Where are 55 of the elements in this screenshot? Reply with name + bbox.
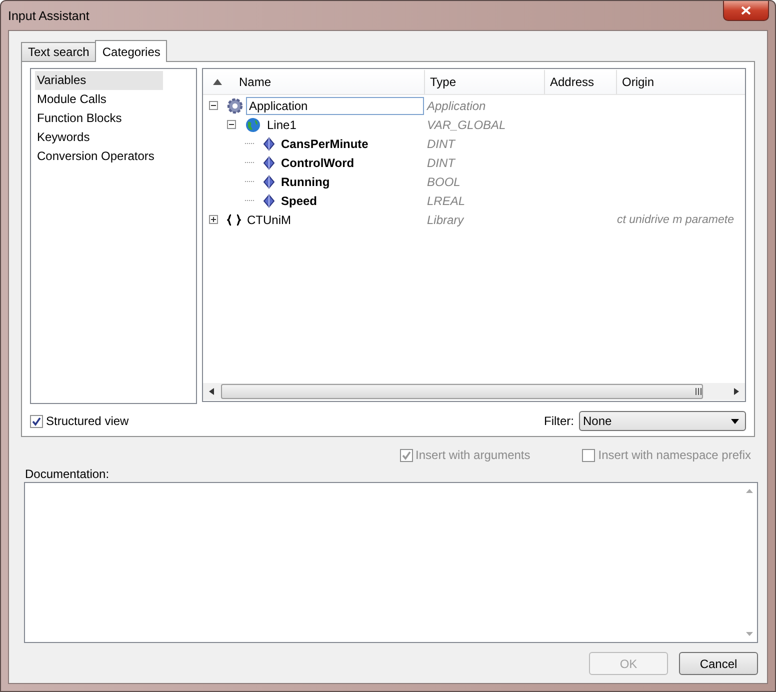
- close-button[interactable]: [723, 1, 769, 21]
- globe-icon: [245, 116, 261, 132]
- category-item[interactable]: Keywords: [35, 128, 163, 147]
- diamond-icon: [263, 174, 275, 188]
- tree-item[interactable]: Running: [278, 172, 333, 190]
- expander-icon[interactable]: [209, 215, 218, 224]
- scroll-down-icon: [746, 632, 753, 636]
- category-item[interactable]: Conversion Operators: [35, 147, 163, 166]
- column-header[interactable]: Name: [203, 70, 425, 94]
- tab[interactable]: Text search: [21, 42, 96, 61]
- checkmark-icon: [400, 450, 412, 460]
- tree-item[interactable]: Line1: [264, 116, 300, 134]
- tree-item[interactable]: CTUniM: [244, 210, 294, 228]
- column-header[interactable]: Address: [545, 70, 617, 94]
- expander-icon[interactable]: [227, 120, 236, 129]
- type-cell: VAR_GLOBAL: [427, 118, 506, 132]
- close-icon: [741, 6, 751, 15]
- scroll-up-icon: [746, 489, 753, 493]
- structured-view-checkbox[interactable]: Structured view: [30, 414, 129, 428]
- tree-item[interactable]: CansPerMinute: [278, 134, 372, 152]
- type-cell: DINT: [427, 156, 455, 170]
- type-cell: Library: [427, 212, 464, 226]
- sort-arrow-icon: [213, 79, 222, 85]
- documentation-label: Documentation:: [24, 467, 110, 482]
- tree-item[interactable]: Application: [246, 96, 424, 114]
- dropdown-arrow-icon: [731, 418, 739, 424]
- expander-icon[interactable]: [209, 101, 218, 110]
- column-header[interactable]: Origin: [617, 70, 745, 94]
- braces-icon: [227, 214, 241, 226]
- type-cell: LREAL: [427, 194, 466, 208]
- column-header[interactable]: Type: [425, 70, 545, 94]
- category-item[interactable]: Module Calls: [35, 90, 163, 109]
- category-item[interactable]: Variables: [35, 71, 163, 90]
- tab[interactable]: Categories: [95, 40, 168, 62]
- dialog-button[interactable]: Cancel: [679, 652, 758, 675]
- type-cell: Application: [427, 98, 486, 112]
- category-item[interactable]: Function Blocks: [35, 109, 163, 128]
- checkmark-icon: [31, 416, 42, 426]
- filter-label: Filter:: [544, 414, 574, 428]
- grip-icon: [695, 388, 702, 395]
- scroll-thumb[interactable]: [221, 384, 703, 399]
- scroll-left-icon: [209, 388, 214, 395]
- diamond-icon: [263, 194, 275, 208]
- horizontal-scrollbar[interactable]: [203, 383, 745, 400]
- type-cell: BOOL: [427, 174, 460, 188]
- tree-item[interactable]: ControlWord: [278, 154, 358, 172]
- type-cell: DINT: [427, 136, 455, 150]
- diamond-icon: [263, 136, 275, 150]
- scroll-right-icon: [734, 388, 739, 395]
- filter-dropdown[interactable]: None: [579, 411, 746, 431]
- tree-item[interactable]: Speed: [278, 192, 320, 210]
- origin-cell: ct unidrive m paramete: [617, 214, 734, 226]
- gear-icon: [227, 98, 243, 114]
- diamond-icon: [263, 156, 275, 170]
- window-title: Input Assistant: [8, 9, 90, 23]
